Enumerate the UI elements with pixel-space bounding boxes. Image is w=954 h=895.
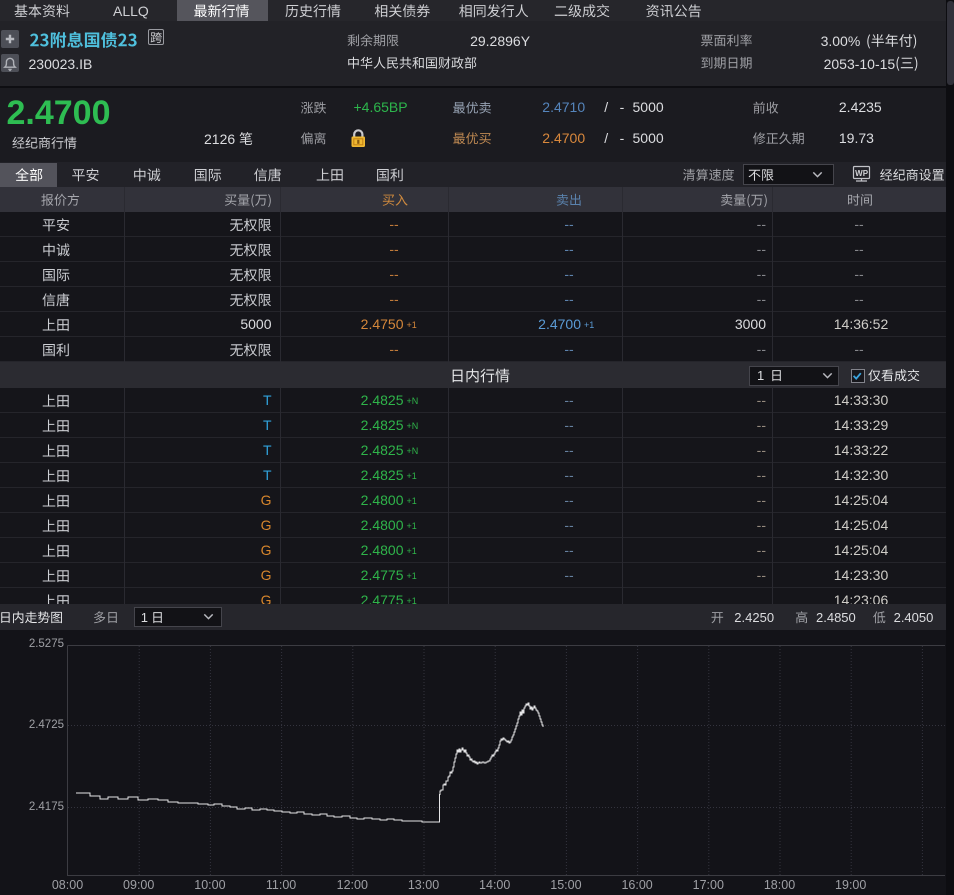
svg-text:WP: WP	[855, 169, 869, 178]
